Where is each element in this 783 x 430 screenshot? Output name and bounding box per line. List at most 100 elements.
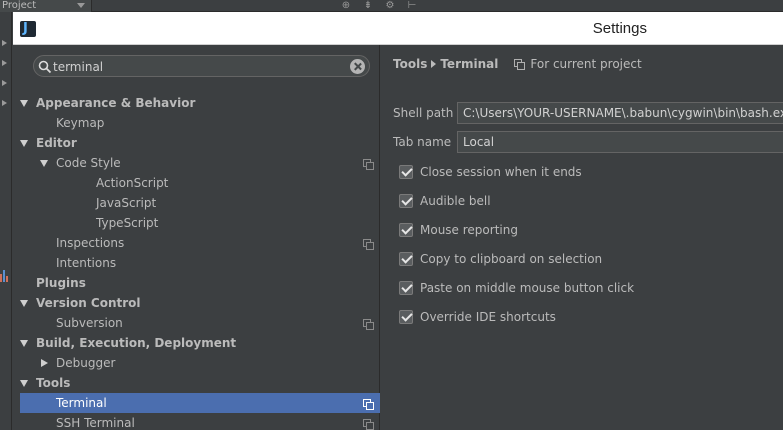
option-label: Audible bell [420,194,491,208]
settings-tree-item[interactable]: Intentions [20,253,380,273]
expand-arrow-icon[interactable] [2,60,7,66]
terminal-settings-panel: Tools Terminal For current project Shell… [381,45,783,430]
caret-down-icon[interactable] [20,140,28,147]
settings-tree-item[interactable]: Keymap [20,113,380,133]
project-scope-icon [363,419,374,430]
settings-tree-item-label: Editor [36,136,77,150]
breadcrumb: Tools Terminal For current project [393,55,642,73]
caret-down-icon[interactable] [20,340,28,347]
settings-tree-item[interactable]: Version Control [20,293,380,313]
option-checkbox[interactable] [399,194,413,208]
window-title: Settings [592,20,647,37]
option-row[interactable]: Copy to clipboard on selection [399,250,602,268]
settings-tree-item-label: Intentions [56,256,117,270]
settings-tree-item-label: Appearance & Behavior [36,96,196,110]
settings-tree-item-label: Inspections [56,236,125,250]
settings-tree-item-label: Tools [36,376,71,390]
settings-tree-item[interactable]: Plugins [20,273,380,293]
settings-tree-item[interactable]: SSH Terminal [20,413,380,430]
expand-arrow-icon[interactable] [2,80,7,86]
option-label: Paste on middle mouse button click [420,281,635,295]
settings-tree-item-label: ActionScript [96,176,169,190]
settings-tree-item[interactable]: Debugger [20,353,380,373]
option-label: Copy to clipboard on selection [420,252,603,266]
option-row[interactable]: Mouse reporting [399,221,518,239]
settings-tree-item-label: JavaScript [96,196,157,210]
settings-sidebar: Appearance & Behavior Keymap Editor Code St… [13,45,380,430]
shell-path-input[interactable] [457,102,783,124]
project-scope-icon [514,59,526,70]
expand-arrow-icon[interactable] [2,100,7,106]
target-icon[interactable]: ⊕ [340,1,352,11]
intellij-logo-icon: J [20,21,36,37]
option-row[interactable]: Paste on middle mouse button click [399,279,634,297]
project-scope-icon [363,159,374,170]
settings-tree-item-label: Version Control [36,296,141,310]
collapse-icon[interactable]: ⇟ [362,1,374,11]
option-row[interactable]: Audible bell [399,192,491,210]
option-row[interactable]: Override IDE shortcuts [399,308,556,326]
settings-tree-item[interactable]: Subversion [20,313,380,333]
settings-tree-item[interactable]: JavaScript [20,193,380,213]
settings-tree-item-label: SSH Terminal [56,416,135,430]
ide-toolbar: Project ⊕ ⇟ ⚙ ⊢ [0,0,783,12]
tab-name-label: Tab name [393,135,452,149]
window-titlebar[interactable]: J Settings [13,12,783,45]
settings-tree-item-label: Subversion [56,316,123,330]
settings-tree-item-label: Code Style [56,156,121,170]
breadcrumb-separator-icon [431,60,437,68]
option-checkbox[interactable] [399,252,413,266]
project-view-label: Project [2,0,37,11]
project-scope-icon [363,319,374,330]
search-icon [38,60,52,74]
settings-tree-item[interactable]: Terminal [20,393,380,413]
scope-label: For current project [530,57,642,71]
caret-right-icon[interactable] [41,359,48,367]
search-input[interactable] [53,58,343,75]
settings-search[interactable] [33,55,370,77]
option-checkbox[interactable] [399,310,413,324]
breadcrumb-current: Terminal [440,57,499,71]
breadcrumb-parent: Tools [393,57,428,71]
tab-name-input[interactable] [457,131,783,153]
settings-tree-item-label: Keymap [56,116,105,130]
caret-down-icon[interactable] [40,160,48,167]
settings-tree-item-label: Plugins [36,276,86,290]
settings-tree-item[interactable]: ActionScript [20,173,380,193]
settings-tree-item-label: Debugger [56,356,116,370]
gear-icon[interactable]: ⚙ [384,1,396,11]
shell-path-label: Shell path [393,106,454,120]
settings-tree-item-label: TypeScript [96,216,159,230]
settings-tree-item-label: Terminal [56,396,107,410]
project-view-selector[interactable]: Project [0,0,92,12]
project-scope-icon [363,399,374,410]
settings-tree: Appearance & Behavior Keymap Editor Code St… [20,93,380,430]
settings-tree-item[interactable]: Appearance & Behavior [20,93,380,113]
option-label: Mouse reporting [420,223,518,237]
settings-tree-item[interactable]: Code Style [20,153,380,173]
ide-toolbar-icons: ⊕ ⇟ ⚙ ⊢ [340,0,418,12]
settings-tree-item[interactable]: TypeScript [20,213,380,233]
option-row[interactable]: Close session when it ends [399,163,582,181]
option-label: Close session when it ends [420,165,582,179]
bar-chart-icon[interactable] [0,270,10,282]
settings-tree-item[interactable]: Editor [20,133,380,153]
settings-dialog: J Settings Appearance & Behavior Keymap Ed… [13,12,783,430]
ide-tool-window-strip [0,12,12,430]
caret-down-icon[interactable] [20,380,28,387]
option-checkbox[interactable] [399,223,413,237]
project-scope-icon [363,239,374,250]
option-checkbox[interactable] [399,281,413,295]
caret-down-icon[interactable] [20,100,28,107]
expand-arrow-icon[interactable] [2,40,7,46]
hide-panel-icon[interactable]: ⊢ [406,1,418,11]
settings-tree-item[interactable]: Build, Execution, Deployment [20,333,380,353]
option-checkbox[interactable] [399,165,413,179]
clear-search-icon[interactable] [350,59,365,74]
option-label: Override IDE shortcuts [420,310,556,324]
settings-tree-item[interactable]: Inspections [20,233,380,253]
settings-tree-item[interactable]: Tools [20,373,380,393]
settings-tree-item-label: Build, Execution, Deployment [36,336,237,350]
chevron-down-icon [77,3,85,8]
caret-down-icon[interactable] [20,300,28,307]
